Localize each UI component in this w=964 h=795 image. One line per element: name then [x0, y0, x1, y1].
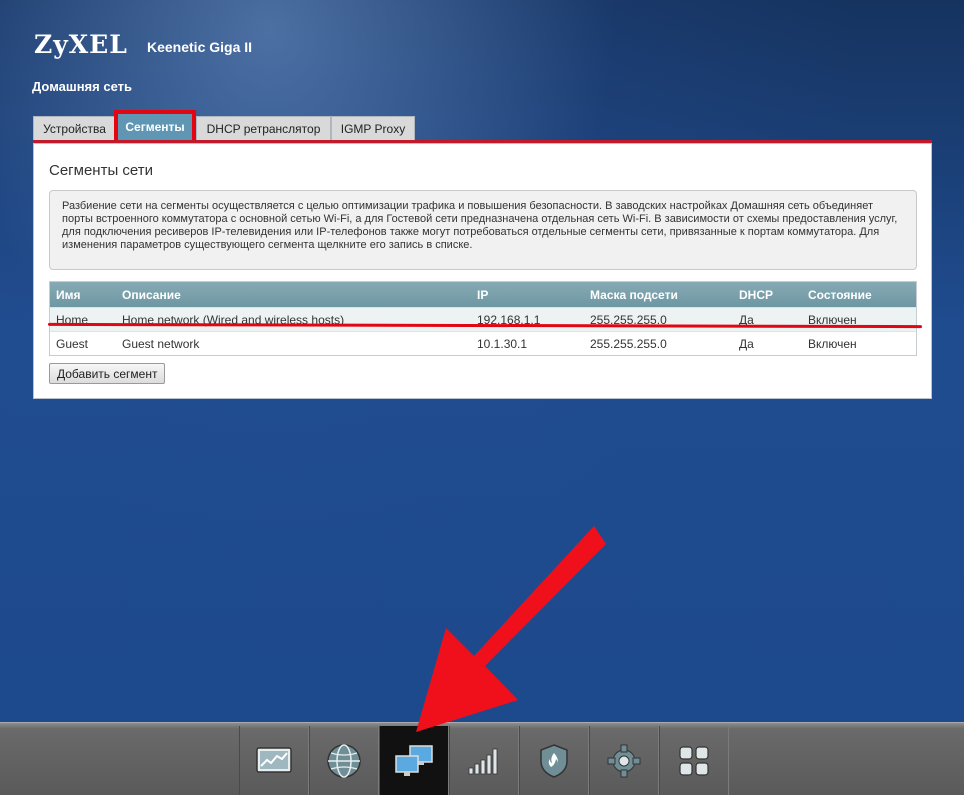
cell-ip: 192.168.1.1: [477, 312, 541, 327]
brand-logo: ZyXEL: [34, 30, 128, 59]
nav-security[interactable]: [519, 726, 589, 795]
monitor-chart-icon: [256, 746, 292, 773]
table-row-guest[interactable]: Guest Guest network 10.1.30.1 255.255.25…: [50, 331, 916, 355]
tab-dhcp-relay[interactable]: DHCP ретранслятор: [196, 116, 331, 140]
apps-grid-icon: [679, 745, 709, 776]
cell-name: Home: [56, 312, 89, 327]
column-header-status: Состояние: [808, 287, 872, 302]
panel-title: Сегменты сети: [49, 162, 153, 179]
tab-igmp-proxy[interactable]: IGMP Proxy: [331, 116, 415, 140]
bottom-nav-bar: [0, 722, 964, 795]
model-name: Keenetic Giga II: [147, 39, 253, 55]
cell-description: Home network (Wired and wireless hosts): [122, 312, 345, 327]
page-title: Домашняя сеть: [32, 79, 132, 94]
column-header-name: Имя: [56, 287, 81, 302]
segments-table: Имя Описание IP Маска подсети DHCP Состо…: [49, 281, 917, 356]
segments-panel: Сегменты сети Разбиение сети на сегменты…: [33, 143, 932, 399]
nav-wifi[interactable]: [449, 726, 519, 795]
home-network-icon: [395, 744, 433, 776]
gear-icon: [607, 744, 641, 777]
column-header-description: Описание: [122, 287, 181, 302]
signal-bars-icon: [468, 748, 498, 774]
column-header-ip: IP: [477, 287, 489, 302]
nav-system[interactable]: [589, 726, 659, 795]
shield-flame-icon: [540, 743, 568, 778]
column-header-mask: Маска подсети: [590, 287, 678, 302]
cell-status: Включен: [808, 336, 857, 351]
add-segment-button[interactable]: Добавить сегмент: [49, 363, 166, 384]
column-header-dhcp: DHCP: [739, 287, 774, 302]
info-text: Разбиение сети на сегменты осуществляетс…: [49, 190, 917, 270]
table-header: Имя Описание IP Маска подсети DHCP Состо…: [50, 282, 916, 307]
cell-name: Guest: [56, 336, 89, 351]
tab-segments[interactable]: Сегменты: [114, 110, 196, 140]
nav-apps[interactable]: [659, 726, 729, 795]
cell-mask: 255.255.255.0: [590, 336, 667, 351]
tab-devices[interactable]: Устройства: [33, 116, 116, 140]
cell-mask: 255.255.255.0: [590, 312, 667, 327]
cell-description: Guest network: [122, 336, 200, 351]
cell-ip: 10.1.30.1: [477, 336, 528, 351]
nav-status[interactable]: [239, 726, 309, 795]
globe-icon: [327, 743, 361, 778]
cell-dhcp: Да: [739, 336, 754, 351]
nav-home-network[interactable]: [379, 726, 449, 795]
nav-internet[interactable]: [309, 726, 379, 795]
